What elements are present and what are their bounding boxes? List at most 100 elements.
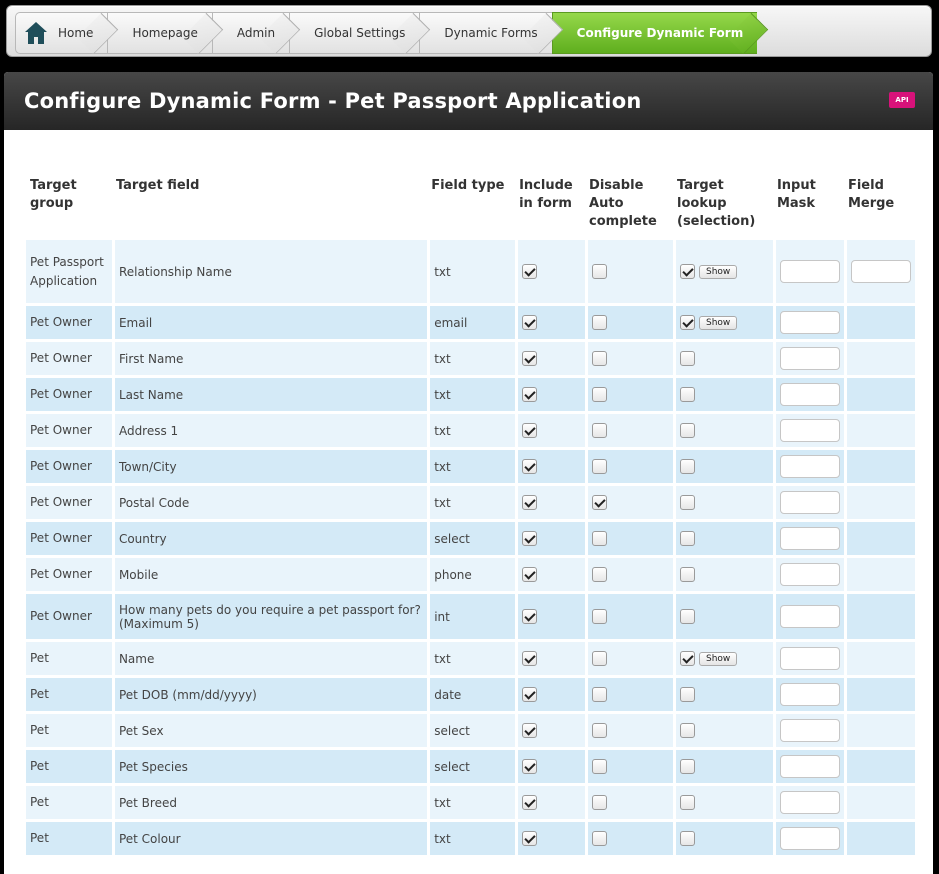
target-lookup-checkbox[interactable] — [680, 459, 695, 474]
include-in-form-checkbox[interactable] — [522, 831, 538, 846]
input-mask-field[interactable] — [779, 683, 840, 706]
cell-target-group: Pet Owner — [26, 522, 112, 555]
input-mask-field[interactable] — [779, 605, 840, 628]
disable-autocomplete-checkbox[interactable] — [592, 795, 608, 810]
field-merge-input[interactable] — [850, 260, 911, 283]
disable-autocomplete-checkbox[interactable] — [592, 687, 608, 702]
table-row: Pet Owner Address 1 txt — [26, 414, 915, 447]
cell-target-field: How many pets do you require a pet passp… — [111, 594, 428, 639]
disable-autocomplete-checkbox[interactable] — [592, 567, 608, 582]
cell-target-lookup: Show — [673, 642, 773, 675]
include-in-form-checkbox[interactable] — [522, 423, 538, 438]
disable-autocomplete-checkbox[interactable] — [592, 351, 608, 366]
target-lookup-checkbox[interactable] — [680, 609, 695, 624]
target-lookup-checkbox[interactable] — [680, 759, 695, 774]
cell-input-mask — [772, 450, 844, 483]
show-button[interactable]: Show — [699, 651, 738, 666]
cell-input-mask — [772, 786, 844, 819]
include-in-form-checkbox[interactable] — [522, 387, 538, 402]
input-mask-field[interactable] — [779, 383, 840, 406]
cell-include — [515, 678, 586, 711]
input-mask-field[interactable] — [779, 455, 840, 478]
target-lookup-checkbox[interactable] — [680, 795, 695, 810]
input-mask-field[interactable] — [779, 311, 840, 334]
disable-autocomplete-checkbox[interactable] — [592, 423, 608, 438]
target-lookup-checkbox[interactable] — [680, 495, 695, 510]
target-lookup-checkbox[interactable] — [680, 651, 695, 666]
breadcrumb-item-admin[interactable]: Admin — [211, 12, 290, 54]
include-in-form-checkbox[interactable] — [522, 459, 538, 474]
cell-field-merge — [843, 450, 915, 483]
target-lookup-checkbox[interactable] — [680, 687, 695, 702]
include-in-form-checkbox[interactable] — [522, 609, 538, 624]
include-in-form-checkbox[interactable] — [522, 759, 538, 774]
cell-field-type: int — [427, 594, 516, 639]
target-lookup-checkbox[interactable] — [680, 831, 695, 846]
breadcrumb-item-dynamic-forms[interactable]: Dynamic Forms — [419, 12, 552, 54]
cell-target-group: Pet Owner — [26, 558, 112, 591]
input-mask-field[interactable] — [779, 419, 840, 442]
input-mask-field[interactable] — [779, 563, 840, 586]
target-lookup-checkbox[interactable] — [680, 315, 695, 330]
cell-input-mask — [772, 414, 844, 447]
breadcrumb-label: Admin — [236, 26, 276, 40]
include-in-form-checkbox[interactable] — [522, 723, 538, 738]
api-badge[interactable]: API — [889, 92, 915, 108]
input-mask-field[interactable] — [779, 719, 840, 742]
input-mask-field[interactable] — [779, 491, 840, 514]
input-mask-field[interactable] — [779, 755, 840, 778]
target-lookup-checkbox[interactable] — [680, 423, 695, 438]
cell-input-mask — [772, 714, 844, 747]
disable-autocomplete-checkbox[interactable] — [592, 759, 608, 774]
cell-target-lookup — [673, 414, 773, 447]
table-row: Pet Owner Mobile phone — [26, 558, 915, 591]
input-mask-field[interactable] — [779, 791, 840, 814]
include-in-form-checkbox[interactable] — [522, 651, 538, 666]
show-button[interactable]: Show — [699, 315, 738, 330]
include-in-form-checkbox[interactable] — [522, 795, 538, 810]
cell-target-group: Pet — [26, 822, 112, 855]
input-mask-field[interactable] — [779, 527, 840, 550]
target-lookup-checkbox[interactable] — [680, 387, 695, 402]
target-lookup-checkbox[interactable] — [680, 264, 695, 279]
disable-autocomplete-checkbox[interactable] — [592, 609, 608, 624]
cell-target-field: Email — [111, 306, 428, 339]
include-in-form-checkbox[interactable] — [522, 687, 538, 702]
disable-autocomplete-checkbox[interactable] — [592, 387, 608, 402]
show-button[interactable]: Show — [699, 264, 738, 279]
target-lookup-checkbox[interactable] — [680, 567, 695, 582]
cell-target-group: Pet — [26, 714, 112, 747]
disable-autocomplete-checkbox[interactable] — [592, 651, 608, 666]
disable-autocomplete-checkbox[interactable] — [592, 315, 608, 330]
include-in-form-checkbox[interactable] — [522, 264, 538, 279]
breadcrumb-item-global-settings[interactable]: Global Settings — [289, 12, 420, 54]
table-row: Pet Owner Postal Code txt — [26, 486, 915, 519]
disable-autocomplete-checkbox[interactable] — [592, 495, 608, 510]
include-in-form-checkbox[interactable] — [522, 351, 538, 366]
breadcrumb-item-home[interactable]: Home — [15, 12, 108, 54]
disable-autocomplete-checkbox[interactable] — [592, 459, 608, 474]
disable-autocomplete-checkbox[interactable] — [592, 723, 608, 738]
disable-autocomplete-checkbox[interactable] — [592, 831, 608, 846]
include-in-form-checkbox[interactable] — [522, 567, 538, 582]
breadcrumb-item-homepage[interactable]: Homepage — [107, 12, 212, 54]
disable-autocomplete-checkbox[interactable] — [592, 531, 608, 546]
breadcrumb-item-configure-dynamic-form[interactable]: Configure Dynamic Form — [551, 12, 758, 54]
input-mask-field[interactable] — [779, 260, 840, 283]
cell-target-field: Pet Colour — [111, 822, 428, 855]
cell-target-lookup — [673, 678, 773, 711]
cell-target-group: Pet Owner — [26, 594, 112, 639]
input-mask-field[interactable] — [779, 647, 840, 670]
input-mask-field[interactable] — [779, 347, 840, 370]
cell-target-group: Pet Owner — [26, 342, 112, 375]
include-in-form-checkbox[interactable] — [522, 495, 538, 510]
target-lookup-checkbox[interactable] — [680, 351, 695, 366]
include-in-form-checkbox[interactable] — [522, 531, 538, 546]
include-in-form-checkbox[interactable] — [522, 315, 538, 330]
disable-autocomplete-checkbox[interactable] — [592, 264, 608, 279]
target-lookup-checkbox[interactable] — [680, 723, 695, 738]
cell-input-mask — [772, 306, 844, 339]
input-mask-field[interactable] — [779, 827, 840, 850]
target-lookup-checkbox[interactable] — [680, 531, 695, 546]
cell-target-lookup — [673, 714, 773, 747]
